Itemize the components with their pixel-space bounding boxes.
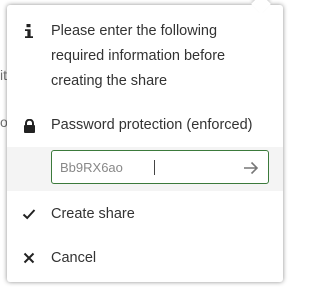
password-protection-label: Password protection (enforced) [51, 117, 253, 133]
share-options-popover: Please enter the following required info… [7, 0, 283, 282]
info-message: Please enter the following required info… [51, 23, 226, 89]
password-protection-row: Password protection (enforced) [7, 113, 283, 138]
password-input[interactable] [52, 152, 240, 182]
close-icon [7, 246, 51, 264]
info-icon [7, 19, 51, 39]
checkmark-icon [7, 202, 51, 220]
popover-arrow [251, 0, 271, 14]
cancel-button[interactable]: Cancel [7, 246, 283, 271]
info-message-row: Please enter the following required info… [7, 19, 283, 94]
lock-icon [7, 113, 51, 133]
create-share-button[interactable]: Create share [7, 202, 283, 227]
background-text-fragment: it [0, 67, 7, 83]
create-share-label: Create share [51, 206, 135, 222]
text-cursor [154, 159, 155, 175]
password-field[interactable] [51, 150, 269, 184]
arrow-right-icon[interactable] [240, 157, 262, 179]
cancel-label: Cancel [51, 250, 97, 266]
